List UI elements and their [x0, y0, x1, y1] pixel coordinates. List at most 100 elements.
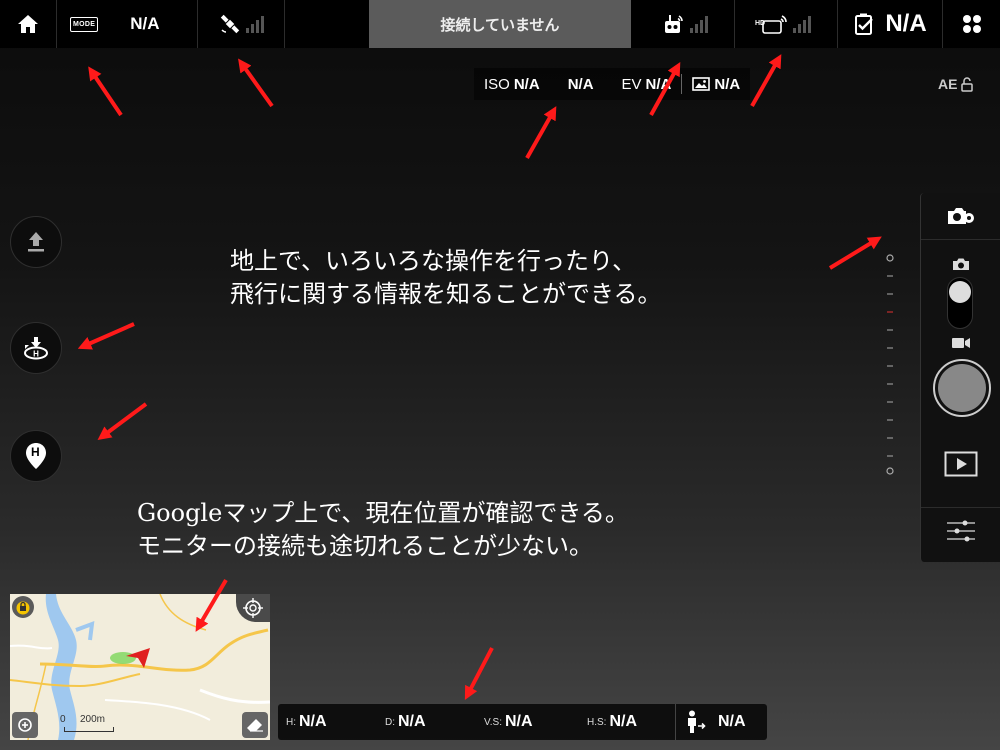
mini-map[interactable]: 0 200m — [10, 594, 270, 740]
video-mode-button[interactable] — [921, 337, 1000, 349]
flight-mode-indicator[interactable]: MODE N/A — [57, 0, 197, 48]
top-status-bar: MODE N/A 接続していません HD N/A — [0, 0, 1000, 48]
annotation-arrow — [77, 322, 135, 350]
image-format-item: N/A — [682, 76, 750, 93]
horizontal-speed-value: N/A — [609, 713, 638, 730]
annotation-line: 飛行に関する情報を知ることができる。 — [230, 280, 662, 308]
satellite-icon — [220, 14, 240, 34]
annotation-arrow — [525, 106, 557, 159]
unlock-icon — [961, 76, 974, 92]
pilot-distance-value: N/A — [718, 713, 746, 730]
annotation-arrow — [464, 647, 494, 701]
map-scale-zero: 0 — [60, 714, 66, 725]
flight-mode-value: N/A — [130, 14, 160, 33]
hd-video-link-signal[interactable]: HD — [735, 0, 837, 48]
four-dots-menu-icon — [962, 15, 981, 33]
battery-value: N/A — [885, 10, 927, 37]
toggle-knob — [949, 281, 971, 303]
height-value: N/A — [299, 713, 327, 730]
iso-item: ISO N/A — [474, 76, 550, 93]
distance-label: D: — [385, 716, 395, 728]
connection-status-bar: 接続していません — [369, 0, 631, 48]
ev-label: EV — [621, 75, 642, 93]
connection-status-text: 接続していません — [440, 16, 560, 34]
sliders-icon — [947, 520, 975, 542]
flight-telemetry-bar: H: N/A D: N/A V.S: N/A H.S: N/A N/A — [278, 704, 767, 740]
remote-controller-icon — [665, 15, 683, 33]
lock-icon — [16, 601, 30, 615]
hd-video-link-icon — [762, 15, 787, 34]
home-icon — [18, 15, 38, 33]
takeoff-button[interactable] — [10, 216, 62, 268]
playback-button[interactable] — [921, 451, 1000, 477]
pilot-distance-icon — [688, 710, 706, 733]
mode-badge: MODE — [70, 16, 99, 32]
photo-mode-button[interactable] — [921, 257, 1000, 271]
annotation-line: モニターの接続も途切れることが少ない。 — [137, 532, 593, 560]
ev-item: EV N/A — [612, 76, 682, 93]
annotation-arrow — [97, 402, 148, 441]
aircraft-arrow-icon — [110, 648, 150, 668]
camera-adjust-button[interactable] — [921, 519, 1000, 543]
crosshair-icon — [243, 598, 263, 618]
takeoff-icon — [28, 232, 44, 252]
annotation-arrow — [238, 58, 274, 108]
horizontal-speed-readout: H.S: N/A — [587, 704, 637, 740]
map-clear-path-button[interactable] — [242, 712, 268, 738]
gps-signal-indicator[interactable] — [198, 0, 284, 48]
shutter-item: N/A — [550, 76, 612, 93]
vertical-speed-label: V.S: — [484, 716, 502, 728]
iso-label: ISO — [484, 75, 510, 93]
camera-control-panel — [920, 193, 1000, 562]
map-scale-bar — [64, 727, 114, 732]
distance-value: N/A — [398, 713, 426, 730]
horizontal-speed-label: H.S: — [587, 716, 607, 728]
height-readout: H: N/A — [286, 704, 327, 740]
height-label: H: — [286, 716, 296, 728]
video-camera-icon — [952, 338, 970, 348]
rc-signal-bars — [690, 15, 708, 33]
telemetry-divider — [675, 704, 676, 740]
battery-check-icon — [855, 13, 874, 35]
camera-settings-icon — [948, 208, 974, 224]
map-scale-label: 200m — [80, 714, 106, 725]
map-lock-button[interactable] — [12, 596, 34, 618]
image-format-value: N/A — [714, 75, 741, 93]
photo-video-toggle[interactable] — [947, 277, 973, 329]
svg-text:H: H — [33, 350, 39, 359]
settings-menu-button[interactable] — [943, 0, 1000, 48]
gps-signal-bars — [246, 15, 264, 33]
home-point-button[interactable]: H — [10, 430, 62, 482]
hd-badge: HD — [755, 20, 766, 27]
iso-value: N/A — [513, 75, 540, 93]
return-to-home-icon: H — [24, 337, 48, 360]
pilot-distance-readout: N/A — [686, 704, 746, 740]
camera-parameters-bar[interactable]: ISO N/A N/A EV N/A N/A — [474, 68, 751, 100]
zoom-in-icon — [18, 718, 32, 732]
annotation-line: Googleマップ上で、現在位置が確認できる。 — [137, 499, 629, 527]
eraser-icon — [247, 719, 263, 732]
shutter-inner — [938, 364, 986, 412]
playback-icon — [944, 451, 978, 477]
photo-camera-icon — [953, 258, 969, 270]
ev-value: N/A — [645, 75, 672, 93]
annotation-arrow — [750, 54, 782, 107]
remote-controller-signal[interactable] — [636, 0, 734, 48]
battery-indicator[interactable]: N/A — [838, 0, 942, 48]
hd-signal-bars — [793, 15, 811, 33]
home-point-letter: H — [31, 445, 40, 459]
annotation-line: 地上で、いろいろな操作を行ったり、 — [230, 247, 637, 275]
annotation-top-text: 地上で、いろいろな操作を行ったり、 飛行に関する情報を知ることができる。 — [230, 245, 662, 311]
home-button[interactable] — [0, 0, 56, 48]
annotation-arrow — [828, 236, 882, 270]
return-to-home-button[interactable]: H — [10, 322, 62, 374]
shutter-value: N/A — [567, 75, 594, 93]
auto-exposure-lock[interactable]: AE — [938, 76, 974, 92]
vertical-speed-value: N/A — [504, 713, 533, 730]
camera-settings-button[interactable] — [921, 193, 1000, 239]
exposure-scale — [886, 254, 894, 475]
image-icon — [692, 77, 711, 91]
map-zoom-button[interactable] — [12, 712, 38, 738]
shutter-button[interactable] — [933, 359, 991, 417]
ae-label: AE — [938, 76, 958, 92]
